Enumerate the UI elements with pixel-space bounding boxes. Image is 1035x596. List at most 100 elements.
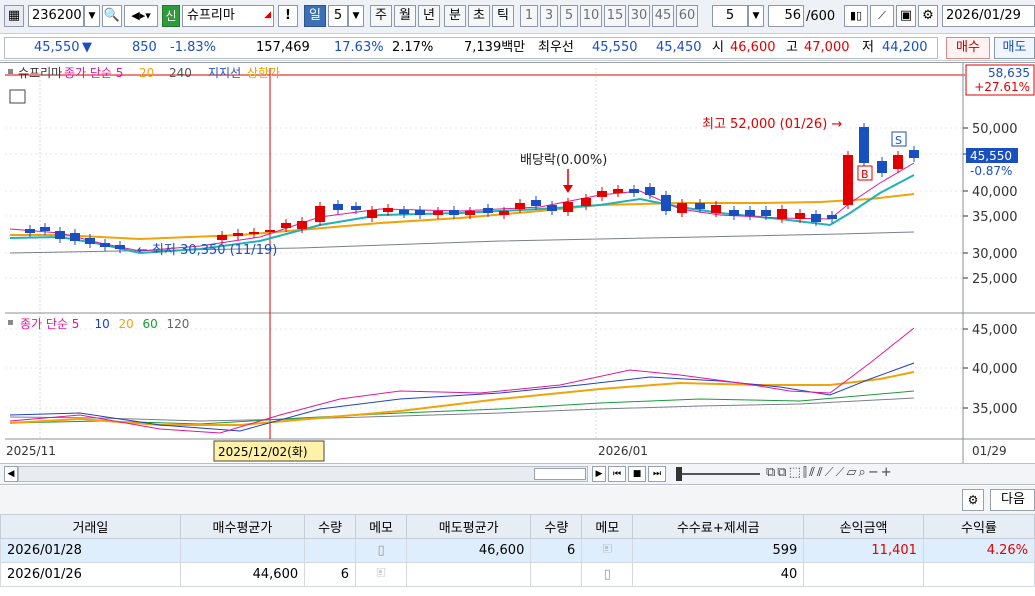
low-price: 44,200 <box>882 40 928 55</box>
col-header-sell-qty[interactable]: 수량 <box>530 514 583 539</box>
gear-icon[interactable]: ⚙ <box>918 5 938 27</box>
line-tool-icon[interactable]: ⟋ <box>870 5 894 27</box>
candle <box>297 221 307 229</box>
interval-tab-30[interactable]: 30 <box>628 5 650 27</box>
scrollbar-thumb[interactable] <box>534 468 586 480</box>
candle <box>909 150 919 158</box>
sell-button[interactable]: 매도 <box>994 37 1035 59</box>
play-icon[interactable]: ▶ <box>592 466 606 482</box>
save-icon[interactable]: ▣ <box>896 5 916 27</box>
interval-tab-15[interactable]: 15 <box>604 5 626 27</box>
y-axis-label: 30,000 <box>972 247 1018 262</box>
period-sec-tab[interactable]: 초 <box>468 5 490 27</box>
candle <box>761 210 771 216</box>
col-header-date[interactable]: 거래일 <box>0 514 181 539</box>
stop-icon[interactable]: ■ <box>628 466 646 482</box>
count-input[interactable]: 56 <box>768 5 804 27</box>
col-header-sell-avg[interactable]: 매도평균가 <box>406 514 532 539</box>
col-header-sell-memo[interactable]: 메모 <box>581 514 634 539</box>
quote-bar: 45,550 ▼ 850 -1.83% 157,469 17.63% 2.17%… <box>0 35 1035 61</box>
period-tick-tab[interactable]: 틱 <box>492 5 514 27</box>
interval-tab-1[interactable]: 1 <box>520 5 538 27</box>
interval-tab-60[interactable]: 60 <box>676 5 698 27</box>
stock-code: 236200 <box>32 8 82 23</box>
col-header-pnl[interactable]: 손익금액 <box>803 514 924 539</box>
current-price: 45,550 <box>34 40 80 55</box>
table-gear-icon[interactable]: ⚙ <box>962 489 984 511</box>
table-row[interactable]: 2026/01/28 ▯ 46,600 6 🗉 599 11,401 4.26% <box>0 538 1035 563</box>
dividend-annotation: 배당락(0.00%) <box>520 153 607 168</box>
period-day-tab[interactable]: 일 <box>304 5 326 27</box>
alert-button[interactable]: ! <box>278 5 298 27</box>
window-menu-icon[interactable]: ▦ <box>4 5 24 27</box>
candle <box>695 203 705 209</box>
toolbar: ▦ 236200 ▼ 🔍 ◀▸▾ 신 슈프리마 ◢ ! 일 5 ▼ 주 월 년 분… <box>0 0 1035 34</box>
scrollbar-track[interactable] <box>18 466 588 482</box>
interval-dropdown-icon[interactable]: ▼ <box>748 5 764 27</box>
candle <box>315 206 325 222</box>
period-month-tab[interactable]: 월 <box>394 5 416 27</box>
col-header-buy-qty[interactable]: 수량 <box>304 514 357 539</box>
candle <box>729 210 739 216</box>
zoom-slider-handle[interactable] <box>676 467 682 481</box>
y-axis-label: 40,000 <box>972 362 1018 377</box>
scroll-left-icon[interactable]: ◀ <box>4 466 18 482</box>
table-icon <box>9 89 26 104</box>
open-price: 46,600 <box>730 40 776 55</box>
price-change: 850 <box>132 40 157 55</box>
period-dropdown-icon[interactable]: ▼ <box>348 5 364 27</box>
prev-next-icon[interactable]: ◀▸▾ <box>124 5 158 27</box>
y-axis-label: 35,000 <box>972 402 1018 417</box>
turnover: 2.17% <box>392 40 434 55</box>
interval-tab-5[interactable]: 5 <box>560 5 578 27</box>
candle <box>711 205 721 213</box>
search-icon[interactable]: 🔍 <box>102 5 122 27</box>
rewind-icon[interactable]: ⏮ <box>608 466 626 482</box>
col-header-buy-avg[interactable]: 매수평균가 <box>179 514 306 539</box>
stock-code-input[interactable]: 236200 <box>28 5 84 27</box>
next-button[interactable]: 다음 <box>990 489 1035 511</box>
candle <box>115 245 125 249</box>
memo-icon[interactable]: 🗉 <box>581 538 634 563</box>
candle <box>811 214 821 222</box>
chart-area[interactable]: 최고 52,000 (01/26) → ← 최저 30,350 (11/19) 배당… <box>0 62 1035 463</box>
right-date-label: 01/29 <box>972 444 1007 458</box>
zoom-slider[interactable] <box>676 467 760 481</box>
cell-pnl: 11,401 <box>803 538 924 563</box>
candle <box>70 233 80 241</box>
period-year-tab[interactable]: 년 <box>418 5 440 27</box>
col-header-buy-memo[interactable]: 메모 <box>355 514 408 539</box>
interval-tab-3[interactable]: 3 <box>540 5 558 27</box>
buy-button[interactable]: 매수 <box>946 37 990 59</box>
volume-legend-item: 10 <box>95 317 110 331</box>
interval-tab-45[interactable]: 45 <box>652 5 674 27</box>
memo-icon[interactable]: ▯ <box>581 562 634 587</box>
interval-input[interactable]: 5 <box>712 5 748 27</box>
candle <box>25 229 35 233</box>
volume-legend-item: 20 <box>119 317 134 331</box>
period-n-input[interactable]: 5 <box>328 5 348 27</box>
period-week-tab[interactable]: 주 <box>370 5 392 27</box>
y-axis-label: 50,000 <box>972 122 1018 137</box>
memo-icon[interactable]: ▯ <box>355 538 408 563</box>
price-chart[interactable]: 최고 52,000 (01/26) → ← 최저 30,350 (11/19) 배당… <box>0 63 1035 463</box>
candle <box>265 230 275 232</box>
candle-type-icon[interactable]: ▮▯ <box>844 5 868 27</box>
col-header-rate[interactable]: 수익률 <box>922 514 1035 539</box>
code-dropdown-icon[interactable]: ▼ <box>84 5 100 27</box>
candle <box>645 187 655 195</box>
stock-name-field[interactable]: 슈프리마 ◢ <box>182 5 274 27</box>
period-min-tab[interactable]: 분 <box>444 5 466 27</box>
interval-tab-10[interactable]: 10 <box>580 5 602 27</box>
col-header-fee[interactable]: 수수료+제세금 <box>632 514 805 539</box>
main-legend-item: 20 <box>139 66 154 80</box>
sell-marker-label: S <box>895 134 902 147</box>
forward-icon[interactable]: ⏭ <box>648 466 666 482</box>
memo-icon[interactable]: 🗉 <box>355 562 408 587</box>
date-input[interactable]: 2026/01/29 <box>942 5 1035 27</box>
table-row[interactable]: 2026/01/26 44,600 6 🗉 ▯ 40 <box>0 562 1035 587</box>
low-label: 저 <box>862 40 874 55</box>
drawing-tools[interactable]: ⧉⧉⬚⫿⫽⫽⟋⟋▱⌕−+ <box>766 465 894 480</box>
upper-limit-pct: +27.61% <box>974 80 1030 94</box>
buy-marker-label: B <box>861 168 869 181</box>
